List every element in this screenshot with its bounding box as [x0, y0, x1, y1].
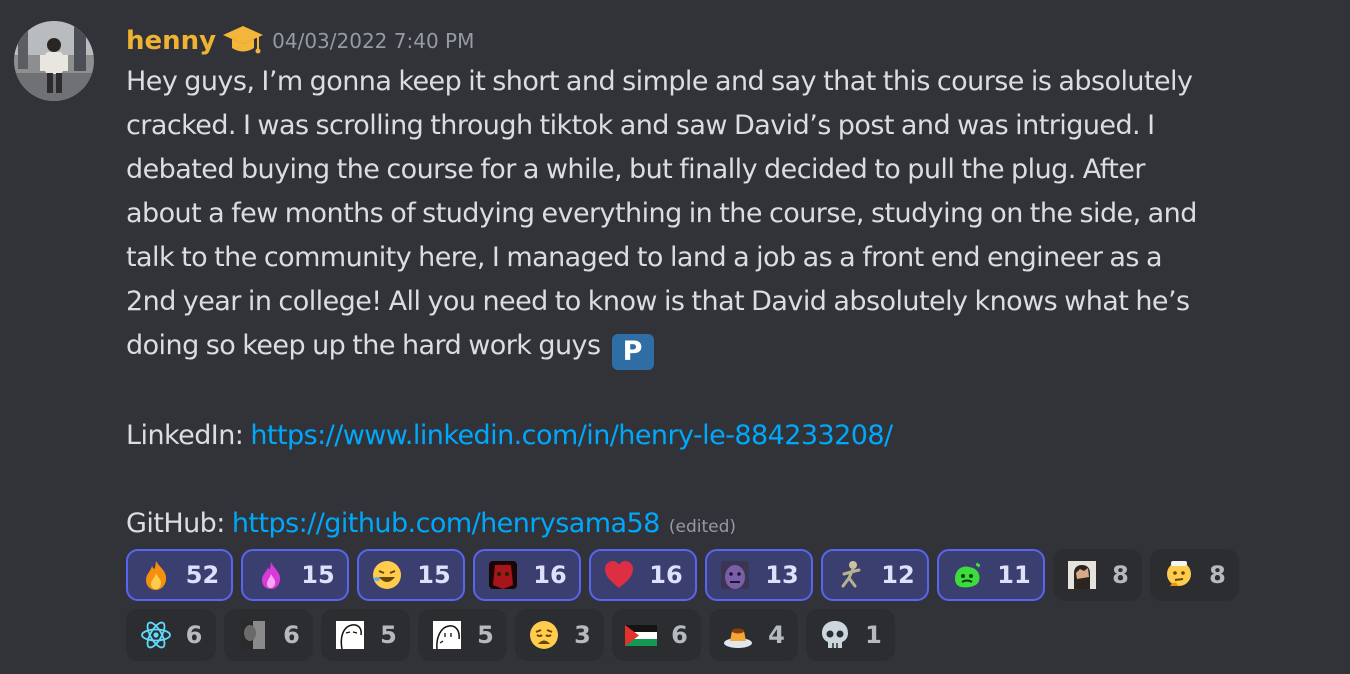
- reaction-purple-face[interactable]: 13: [705, 549, 813, 601]
- reaction-red-mask[interactable]: 16: [473, 549, 581, 601]
- message-header: henny 04/03/2022 7:40 PM: [126, 22, 1326, 60]
- reaction-heart[interactable]: 16: [589, 549, 697, 601]
- reaction-count: 3: [574, 621, 591, 649]
- reaction-count: 6: [185, 621, 203, 649]
- pink-flame-icon: [255, 559, 287, 591]
- message-line: talk to the community here, I managed to…: [126, 242, 1163, 273]
- edited-tag: (edited): [668, 517, 737, 537]
- reaction-laughing[interactable]: 15: [357, 549, 465, 601]
- reaction-react-logo[interactable]: 6: [126, 609, 216, 661]
- reaction-facepalm-photo[interactable]: 8: [1053, 549, 1142, 601]
- reaction-pink-flame[interactable]: 15: [241, 549, 349, 601]
- skull-icon: [819, 619, 851, 651]
- meme-sketch-2-icon: [431, 619, 463, 651]
- pudding-icon: [722, 619, 754, 651]
- reaction-pudding[interactable]: 4: [709, 609, 798, 661]
- reactions-bar: 52 15 15 16 16 13 12 11 8 8 6 6 5 5 3 6 …: [126, 549, 1326, 669]
- reaction-count: 5: [380, 621, 397, 649]
- reaction-skull[interactable]: 1: [806, 609, 895, 661]
- reactions-row-2: 6 6 5 5 3 6 4 1: [126, 609, 1326, 661]
- red-mask-icon: [487, 559, 519, 591]
- meme-sketch-icon: [334, 619, 366, 651]
- dark-photo-icon: [237, 619, 269, 651]
- reaction-thinking[interactable]: 8: [1150, 549, 1239, 601]
- reaction-count: 52: [185, 561, 220, 589]
- thinking-face-icon: [1163, 559, 1195, 591]
- linkedin-link[interactable]: https://www.linkedin.com/in/henry-le-884…: [250, 420, 893, 451]
- message-body: Hey guys, I’m gonna keep it short and si…: [126, 60, 1326, 549]
- weary-face-icon: [528, 619, 560, 651]
- message-line: 2nd year in college! All you need to kno…: [126, 286, 1190, 317]
- message-content: henny 04/03/2022 7:40 PM Hey guys, I’m g…: [126, 22, 1326, 549]
- avatar[interactable]: [14, 21, 94, 101]
- username[interactable]: henny: [126, 26, 216, 56]
- message-line: cracked. I was scrolling through tiktok …: [126, 110, 1155, 141]
- timestamp: 04/03/2022 7:40 PM: [272, 29, 475, 53]
- reaction-count: 8: [1112, 561, 1129, 589]
- green-blob-icon: [951, 559, 983, 591]
- github-line: GitHub: https://github.com/henrysama58 (…: [126, 502, 1326, 549]
- reaction-palestine-flag[interactable]: 6: [612, 609, 701, 661]
- message-line-last: doing so keep up the hard work guys P: [126, 324, 1326, 370]
- reaction-count: 4: [768, 621, 785, 649]
- linkedin-label: LinkedIn:: [126, 420, 244, 451]
- reaction-count: 13: [765, 561, 799, 589]
- reaction-count: 8: [1209, 561, 1226, 589]
- purple-face-icon: [719, 559, 751, 591]
- fire-icon: [140, 559, 172, 591]
- reaction-green-blob[interactable]: 11: [937, 549, 1045, 601]
- react-logo-icon: [140, 619, 172, 651]
- message-line: debated buying the course for a while, b…: [126, 154, 1145, 185]
- reaction-count: 12: [881, 561, 915, 589]
- reaction-meme-sketch-2[interactable]: 5: [418, 609, 507, 661]
- github-link[interactable]: https://github.com/henrysama58: [232, 508, 661, 539]
- message-line: Hey guys, I’m gonna keep it short and si…: [126, 66, 1193, 97]
- reaction-count: 16: [533, 561, 567, 589]
- reaction-fire[interactable]: 52: [126, 549, 233, 601]
- reaction-dark-photo[interactable]: 6: [224, 609, 313, 661]
- reaction-count: 15: [417, 561, 451, 589]
- reaction-dancing-figure[interactable]: 12: [821, 549, 929, 601]
- chat-message: henny 04/03/2022 7:40 PM Hey guys, I’m g…: [0, 0, 1350, 674]
- reaction-count: 6: [283, 621, 300, 649]
- reaction-meme-sketch[interactable]: 5: [321, 609, 410, 661]
- facepalm-photo-icon: [1066, 559, 1098, 591]
- palestine-flag-icon: [625, 619, 658, 651]
- laughing-face-icon: [371, 559, 403, 591]
- message-line: about a few months of studying everythin…: [126, 198, 1197, 229]
- p-button-emoji: P: [611, 334, 654, 370]
- github-label: GitHub:: [126, 508, 225, 539]
- reactions-row-1: 52 15 15 16 16 13 12 11 8 8: [126, 549, 1326, 601]
- reaction-weary[interactable]: 3: [515, 609, 604, 661]
- reaction-count: 11: [997, 561, 1031, 589]
- reaction-count: 5: [477, 621, 494, 649]
- heart-icon: [603, 559, 635, 591]
- dancing-figure-icon: [835, 559, 867, 591]
- reaction-count: 15: [301, 561, 335, 589]
- reaction-count: 6: [671, 621, 688, 649]
- linkedin-line: LinkedIn: https://www.linkedin.com/in/he…: [126, 414, 1326, 458]
- graduation-cap-icon: [222, 24, 264, 58]
- message-line: doing so keep up the hard work guys: [126, 330, 601, 361]
- reaction-count: 16: [649, 561, 683, 589]
- reaction-count: 1: [865, 621, 882, 649]
